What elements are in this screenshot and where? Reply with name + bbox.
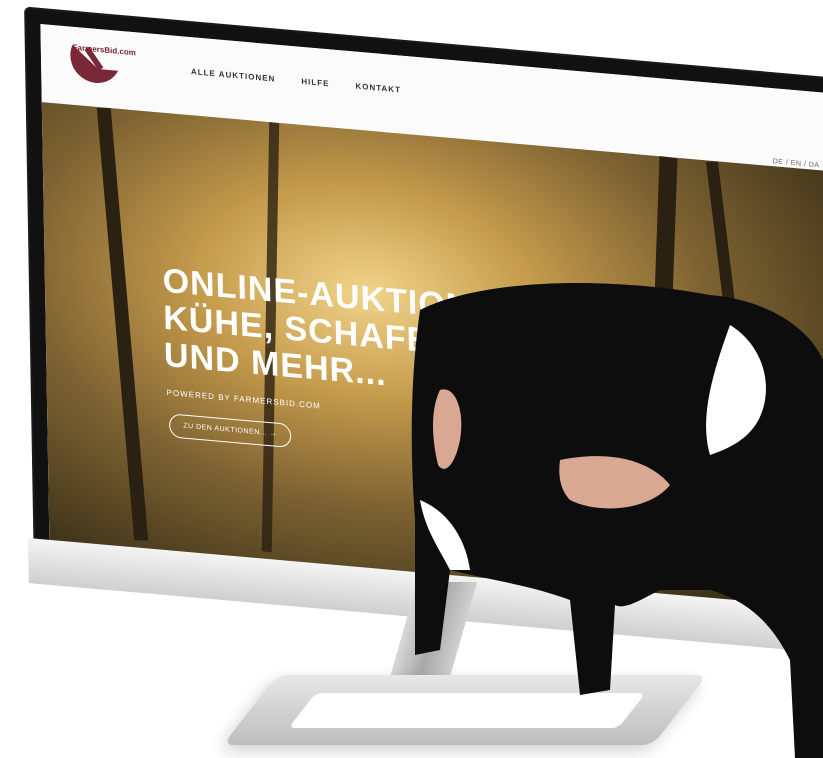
tree-trunk — [96, 107, 149, 541]
nav-kontakt[interactable]: KONTAKT — [355, 82, 401, 95]
nav-alle-auktionen[interactable]: ALLE AUKTIONEN — [191, 67, 276, 83]
hero-subtitle: POWERED BY FARMERSBID.COM — [166, 388, 321, 411]
nav-hilfe[interactable]: HILFE — [301, 77, 329, 88]
main-nav: ALLE AUKTIONEN HILFE KONTAKT — [191, 67, 401, 94]
cow-image — [411, 283, 823, 758]
